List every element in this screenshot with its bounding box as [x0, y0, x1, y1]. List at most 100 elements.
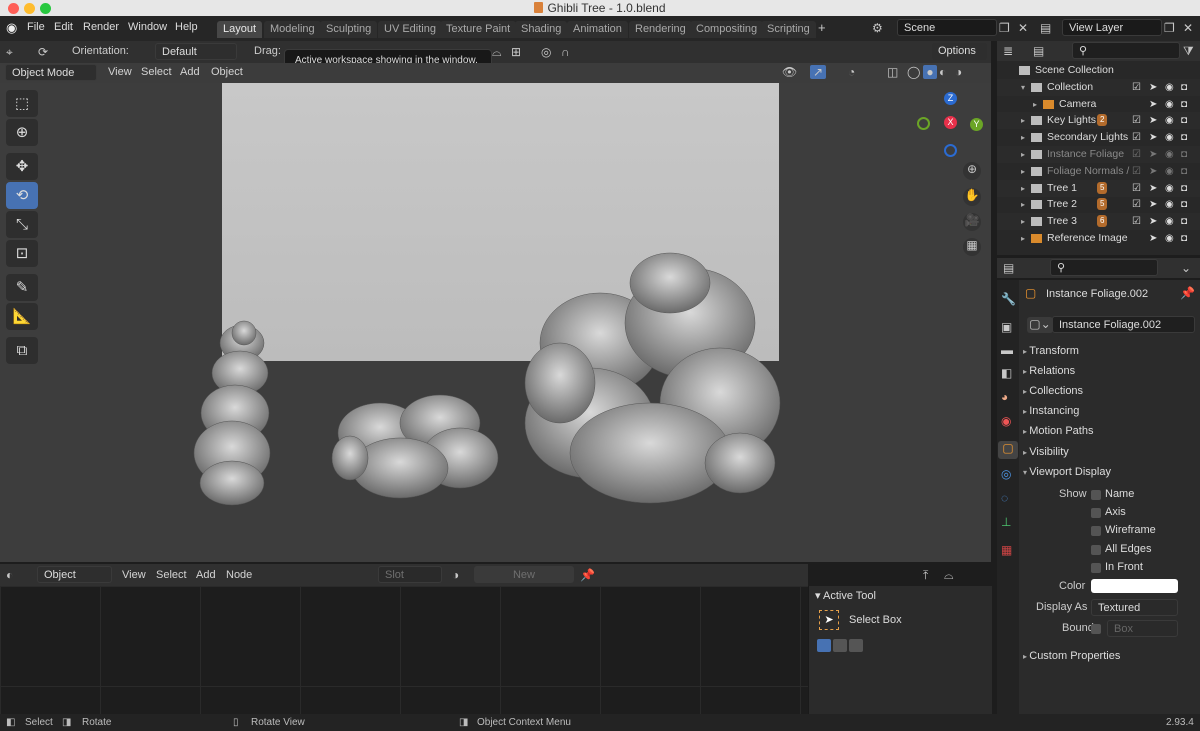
bounds-checkbox[interactable]	[1091, 623, 1101, 634]
panel-custom-properties[interactable]: ▸ Custom Properties	[1023, 647, 1196, 665]
move-tool[interactable]: ✥	[6, 153, 38, 180]
select-toggle-icon[interactable]: ➤	[1149, 230, 1157, 247]
tab-compositing[interactable]: Compositing	[690, 21, 764, 38]
outliner-row[interactable]: ▸ Tree 3 6 ☑ ➤ ◉ ◘	[997, 213, 1200, 231]
display-as-dropdown[interactable]: Textured	[1091, 598, 1178, 616]
tab-layout[interactable]: Layout	[217, 21, 263, 38]
minimize-window-button[interactable]	[24, 3, 35, 14]
gizmo-z-axis[interactable]: Z	[944, 92, 957, 105]
render-camera-icon[interactable]: ◘	[1181, 112, 1187, 129]
gizmo-toggle-icon[interactable]: ↗	[810, 65, 826, 79]
select-subtract-mode-icon[interactable]	[849, 639, 863, 652]
shader-menu-select[interactable]: Select	[156, 569, 187, 581]
menu-help[interactable]: Help	[175, 21, 198, 33]
modifier-tab-icon[interactable]: ◎	[1001, 467, 1011, 481]
render-camera-icon[interactable]: ◘	[1181, 213, 1187, 230]
proportional-edit-icon[interactable]: ◎	[541, 45, 551, 59]
outliner-editor-icon[interactable]: ≣	[1003, 44, 1013, 58]
exclude-checkbox[interactable]: ☑	[1132, 180, 1141, 197]
measure-tool[interactable]: 📐	[6, 303, 38, 330]
render-camera-icon[interactable]: ◘	[1181, 146, 1187, 163]
visibility-icon[interactable]: 👁	[782, 65, 797, 79]
transform-tool[interactable]: ⊡	[6, 240, 38, 267]
outliner-search-input[interactable]: ⚲	[1072, 42, 1180, 59]
snap-target-icon[interactable]: ⊞	[511, 45, 521, 59]
view-layer-tab-icon[interactable]: ◧	[1001, 366, 1012, 380]
viewport-menu-object[interactable]: Object	[211, 66, 243, 78]
new-scene-icon[interactable]: ❐	[999, 21, 1010, 35]
tab-rendering[interactable]: Rendering	[629, 21, 692, 38]
new-view-layer-icon[interactable]: ❐	[1164, 21, 1175, 35]
world-tab-icon[interactable]: ◉	[1001, 414, 1011, 428]
menu-edit[interactable]: Edit	[54, 21, 73, 33]
orientation-dropdown[interactable]: Default	[155, 43, 237, 60]
render-tab-icon[interactable]: ▣	[1001, 320, 1012, 334]
perspective-grid-icon[interactable]: ▦	[963, 238, 981, 256]
shader-node-canvas[interactable]	[0, 586, 808, 714]
rendered-shading-icon[interactable]: ◑	[955, 65, 962, 79]
disclosure-arrow-icon[interactable]: ▸	[1033, 96, 1037, 113]
eye-icon[interactable]: ◉	[1165, 146, 1174, 163]
checkbox-in-front[interactable]	[1091, 563, 1101, 574]
checkbox-name[interactable]	[1091, 489, 1101, 500]
tab-uv-editing[interactable]: UV Editing	[378, 21, 442, 38]
panel-viewport-display[interactable]: ▾ Viewport Display	[1023, 463, 1196, 481]
outliner-row[interactable]: ▸ Camera ➤ ◉ ◘	[997, 96, 1200, 113]
snap-node-icon[interactable]: ⌓	[944, 568, 954, 582]
shader-type-dropdown[interactable]: Object	[37, 566, 112, 583]
exclude-checkbox[interactable]: ☑	[1132, 213, 1141, 230]
material-preview-icon[interactable]: ◑	[452, 568, 459, 582]
scene-icon[interactable]: ⚙	[872, 21, 883, 35]
properties-search-input[interactable]: ⚲	[1050, 259, 1158, 276]
bounds-dropdown[interactable]: Box	[1107, 619, 1178, 637]
menu-file[interactable]: File	[27, 21, 45, 33]
render-camera-icon[interactable]: ◘	[1181, 230, 1187, 247]
panel-relations[interactable]: ▸ Relations	[1023, 362, 1196, 380]
delete-scene-icon[interactable]: ✕	[1018, 21, 1028, 35]
tab-modeling[interactable]: Modeling	[264, 21, 321, 38]
select-toggle-icon[interactable]: ➤	[1149, 213, 1157, 230]
wireframe-shading-icon[interactable]: ◯	[907, 65, 920, 79]
panel-instancing[interactable]: ▸ Instancing	[1023, 402, 1196, 420]
properties-editor-icon[interactable]: ▤	[1003, 261, 1014, 275]
disclosure-arrow-icon[interactable]: ▸	[1021, 112, 1025, 129]
slot-dropdown[interactable]: Slot	[378, 566, 442, 583]
render-camera-icon[interactable]: ◘	[1181, 79, 1187, 96]
gizmo-neg-z[interactable]	[944, 144, 957, 157]
render-camera-icon[interactable]: ◘	[1181, 196, 1187, 213]
checkbox-wireframe[interactable]	[1091, 526, 1101, 537]
render-camera-icon[interactable]: ◘	[1181, 96, 1187, 113]
render-camera-icon[interactable]: ◘	[1181, 163, 1187, 180]
blender-logo-icon[interactable]: ◉	[6, 21, 17, 35]
eye-icon[interactable]: ◉	[1165, 112, 1174, 129]
panel-transform[interactable]: ▸ Transform	[1023, 342, 1196, 360]
disclosure-arrow-icon[interactable]: ▸	[1021, 180, 1025, 197]
options-dropdown[interactable]: Options	[932, 43, 987, 60]
zoom-icon[interactable]: ⊕	[963, 162, 981, 180]
scene-field[interactable]: Scene	[897, 19, 997, 36]
tab-animation[interactable]: Animation	[567, 21, 628, 38]
tab-scripting[interactable]: Scripting	[761, 21, 816, 38]
outliner-row[interactable]: ▾ Collection ☑ ➤ ◉ ◘	[997, 78, 1200, 96]
gizmo-x-axis[interactable]: X	[944, 116, 957, 129]
panel-collections[interactable]: ▸ Collections	[1023, 382, 1196, 400]
eye-icon[interactable]: ◉	[1165, 180, 1174, 197]
outliner-row[interactable]: ▸ Tree 1 5 ☑ ➤ ◉ ◘	[997, 179, 1200, 197]
panel-visibility[interactable]: ▸ Visibility	[1023, 443, 1196, 461]
outliner-row[interactable]: ▸ Foliage Normals / ☑ ➤ ◉ ◘	[997, 163, 1200, 180]
eye-icon[interactable]: ◉	[1165, 96, 1174, 113]
render-camera-icon[interactable]: ◘	[1181, 180, 1187, 197]
menu-render[interactable]: Render	[83, 21, 119, 33]
viewport-menu-add[interactable]: Add	[180, 66, 200, 78]
cursor-tool[interactable]: ⊕	[6, 119, 38, 146]
disclosure-arrow-icon[interactable]: ▸	[1021, 146, 1025, 163]
outliner-row[interactable]: Scene Collection	[997, 62, 1200, 79]
output-tab-icon[interactable]: ▬	[1001, 343, 1013, 357]
checkbox-all-edges[interactable]	[1091, 544, 1101, 555]
exclude-checkbox[interactable]: ☑	[1132, 112, 1141, 129]
display-mode-icon[interactable]: ▤	[1033, 44, 1044, 58]
panel-motion-paths[interactable]: ▸ Motion Paths	[1023, 422, 1196, 440]
select-toggle-icon[interactable]: ➤	[1149, 196, 1157, 213]
exclude-checkbox[interactable]: ☑	[1132, 163, 1141, 180]
parent-node-icon[interactable]: ⤒	[923, 568, 928, 582]
